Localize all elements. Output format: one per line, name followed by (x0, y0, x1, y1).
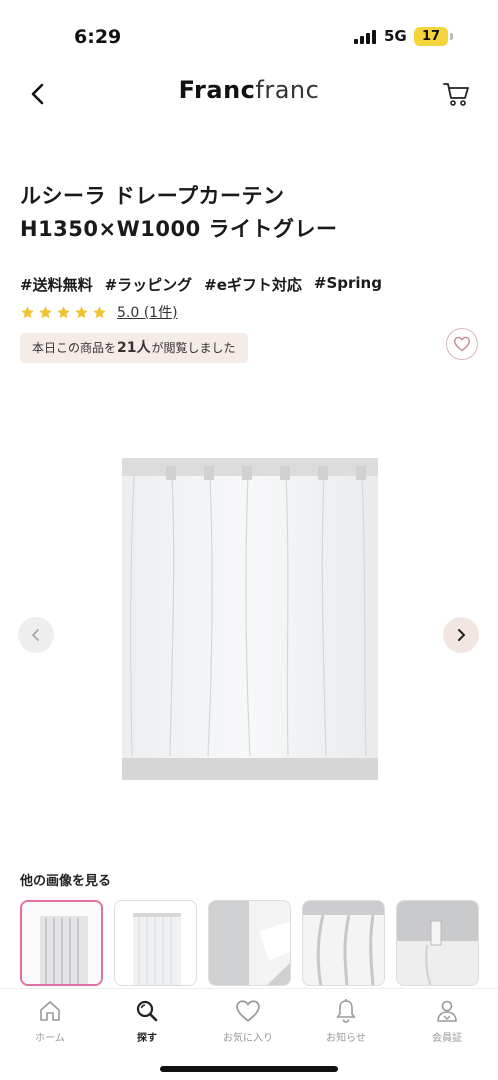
battery-tip (450, 33, 453, 40)
star-icon (39, 305, 52, 318)
view-count-suffix: が閲覧しました (151, 341, 236, 355)
thumbnail-strip (20, 900, 479, 986)
nav-favorites[interactable]: お気に入り (213, 997, 283, 1044)
nav-member-card[interactable]: 会員証 (412, 997, 482, 1044)
nav-notifications[interactable]: お知らせ (311, 997, 381, 1044)
status-time: 6:29 (74, 26, 122, 48)
tag-free-shipping[interactable]: #送料無料 (20, 274, 93, 295)
rating-review-link[interactable]: 5.0 (1件) (117, 302, 178, 322)
thumbnail-3[interactable] (208, 900, 291, 986)
nav-member-card-label: 会員証 (432, 1033, 462, 1044)
thumbnail-5[interactable] (396, 900, 479, 986)
home-indicator (160, 1066, 338, 1072)
view-count-badge: 本日この商品を 21人 が閲覧しました (20, 333, 248, 363)
chevron-right-icon (458, 629, 465, 641)
view-count-prefix: 本日この商品を (32, 341, 117, 355)
star-icon (93, 305, 106, 318)
heart-icon (236, 1000, 260, 1022)
thumbnail-2[interactable] (114, 900, 197, 986)
member-icon (437, 1000, 457, 1022)
rating-row: 5.0 (1件) (20, 302, 178, 322)
chevron-left-icon (32, 629, 39, 641)
search-icon (136, 1000, 158, 1022)
next-image-button[interactable] (443, 617, 479, 653)
favorite-button[interactable] (446, 328, 478, 360)
tag-spring[interactable]: #Spring (314, 274, 382, 295)
network-label: 5G (384, 27, 407, 45)
thumbnail-4[interactable] (302, 900, 385, 986)
logo-bold: Franc (178, 76, 256, 104)
thumbnail-1[interactable] (20, 900, 103, 986)
previous-image-button[interactable] (18, 617, 54, 653)
product-title: ルシーラ ドレープカーテン H1350×W1000 ライトグレー (20, 180, 480, 246)
curtain-image (122, 458, 378, 780)
tag-egift[interactable]: #eギフト対応 (204, 274, 302, 295)
cart-button[interactable] (438, 76, 474, 112)
rating-stars (20, 305, 107, 320)
nav-favorites-label: お気に入り (223, 1033, 273, 1044)
status-bar: 6:29 5G 17 (0, 0, 498, 70)
tag-list: #送料無料 #ラッピング #eギフト対応 #Spring (20, 274, 382, 295)
nav-home-label: ホーム (35, 1033, 65, 1044)
tag-wrapping[interactable]: #ラッピング (105, 274, 193, 295)
brand-logo[interactable]: Francfranc (0, 76, 498, 104)
nav-search-label: 探す (137, 1033, 157, 1044)
star-icon (57, 305, 70, 318)
signal-icon (354, 30, 378, 44)
star-icon (21, 305, 34, 318)
nav-home[interactable]: ホーム (15, 997, 85, 1044)
app-header: Francfranc (0, 70, 498, 120)
home-icon (40, 1001, 60, 1021)
other-images-label: 他の画像を見る (20, 874, 112, 889)
cart-icon (443, 83, 469, 106)
battery-icon: 17 (414, 27, 448, 46)
nav-search[interactable]: 探す (112, 997, 182, 1044)
nav-notifications-label: お知らせ (326, 1033, 366, 1044)
heart-icon (454, 336, 470, 352)
logo-light: franc (255, 76, 320, 104)
bell-icon (336, 999, 356, 1023)
product-title-line1: ルシーラ ドレープカーテン (20, 184, 285, 208)
product-title-line2: H1350×W1000 ライトグレー (20, 217, 338, 241)
star-icon (75, 305, 88, 318)
view-count-number: 21人 (117, 340, 151, 356)
product-main-image[interactable] (100, 440, 400, 800)
